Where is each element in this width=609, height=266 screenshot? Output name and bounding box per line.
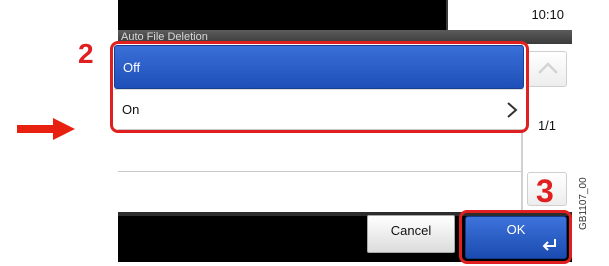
pointer-arrow-icon — [17, 118, 75, 140]
ok-highlight-frame — [459, 210, 572, 264]
row-divider — [118, 171, 522, 172]
step-number-2: 2 — [78, 38, 94, 69]
chevron-up-icon — [538, 62, 558, 74]
page-indicator: 1/1 — [537, 118, 557, 133]
options-highlight-frame — [110, 41, 529, 133]
clock: 10:10 — [448, 0, 572, 30]
scroll-up-button[interactable] — [527, 51, 567, 87]
step-number-3: 3 — [536, 173, 554, 209]
cancel-button[interactable]: Cancel — [367, 215, 455, 253]
figure-code: GB1107_00 — [578, 177, 589, 230]
